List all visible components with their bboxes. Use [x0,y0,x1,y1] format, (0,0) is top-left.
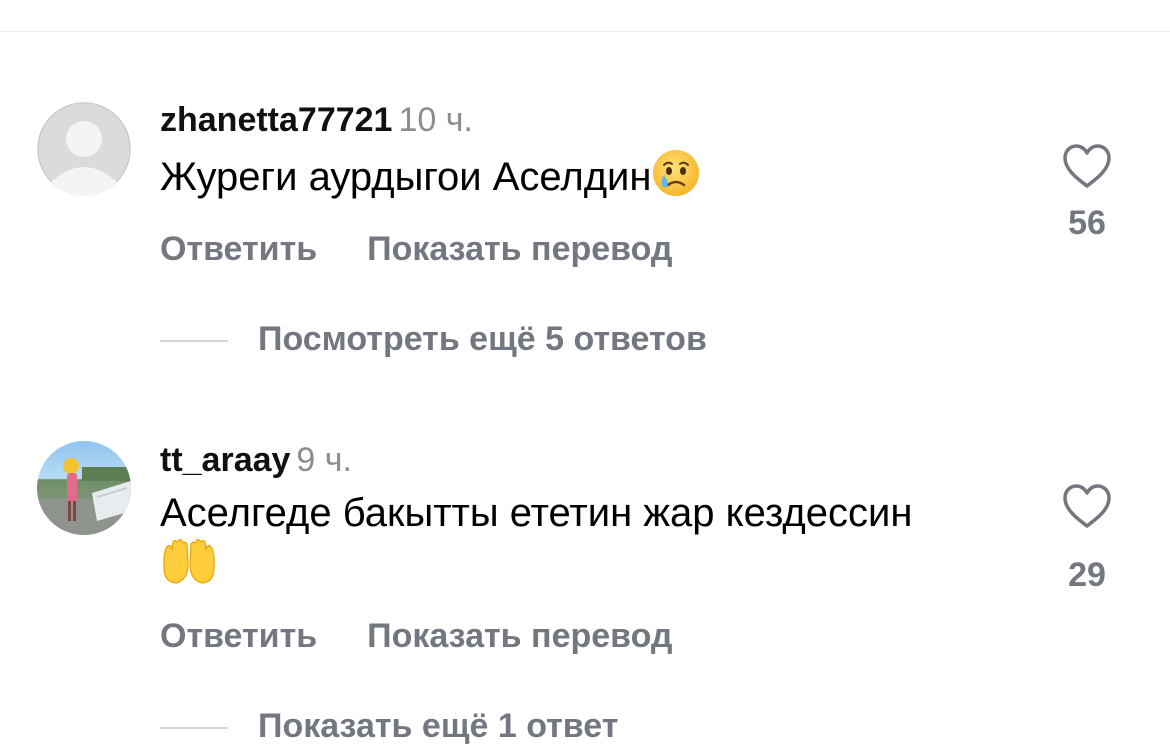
avatar[interactable] [37,102,131,196]
view-replies-label: Посмотреть ещё 5 ответов [258,320,707,358]
like-heart-icon[interactable] [1061,483,1113,529]
raising-hands-icon [160,538,218,598]
view-replies-button[interactable]: Показать ещё 1 ответ [160,707,618,746]
comment-username[interactable]: zhanetta77721 [160,101,392,139]
comment-text: Аселгеде бакытты ететин жар кездессин [160,488,1020,598]
view-replies-button[interactable]: Посмотреть ещё 5 ответов [160,320,707,359]
comment-text-content: Журеги аурдыгои Аселдин [160,155,652,199]
replies-divider-line [160,727,228,730]
top-divider [0,31,1170,32]
crying-face-icon [651,148,701,210]
comment-timestamp: 10 ч. [398,101,473,139]
like-count: 29 [1068,556,1106,594]
show-translation-button[interactable]: Показать перевод [367,617,672,655]
view-replies-label: Показать ещё 1 ответ [258,707,619,745]
reply-button[interactable]: Ответить [160,230,317,268]
comment-text-content: Аселгеде бакытты ететин жар кездессин [160,491,913,535]
like-count: 56 [1068,204,1106,242]
default-avatar-icon [37,102,131,196]
comment-text: Журеги аурдыгои Аселдин [160,148,1020,210]
replies-divider-line [160,340,228,343]
photo-avatar-icon [37,441,131,535]
show-translation-button[interactable]: Показать перевод [367,230,672,268]
comment-username[interactable]: tt_araay [160,441,290,479]
like-heart-icon[interactable] [1061,143,1113,189]
reply-button[interactable]: Ответить [160,617,317,655]
comment-timestamp: 9 ч. [296,441,352,479]
avatar[interactable] [37,441,131,535]
